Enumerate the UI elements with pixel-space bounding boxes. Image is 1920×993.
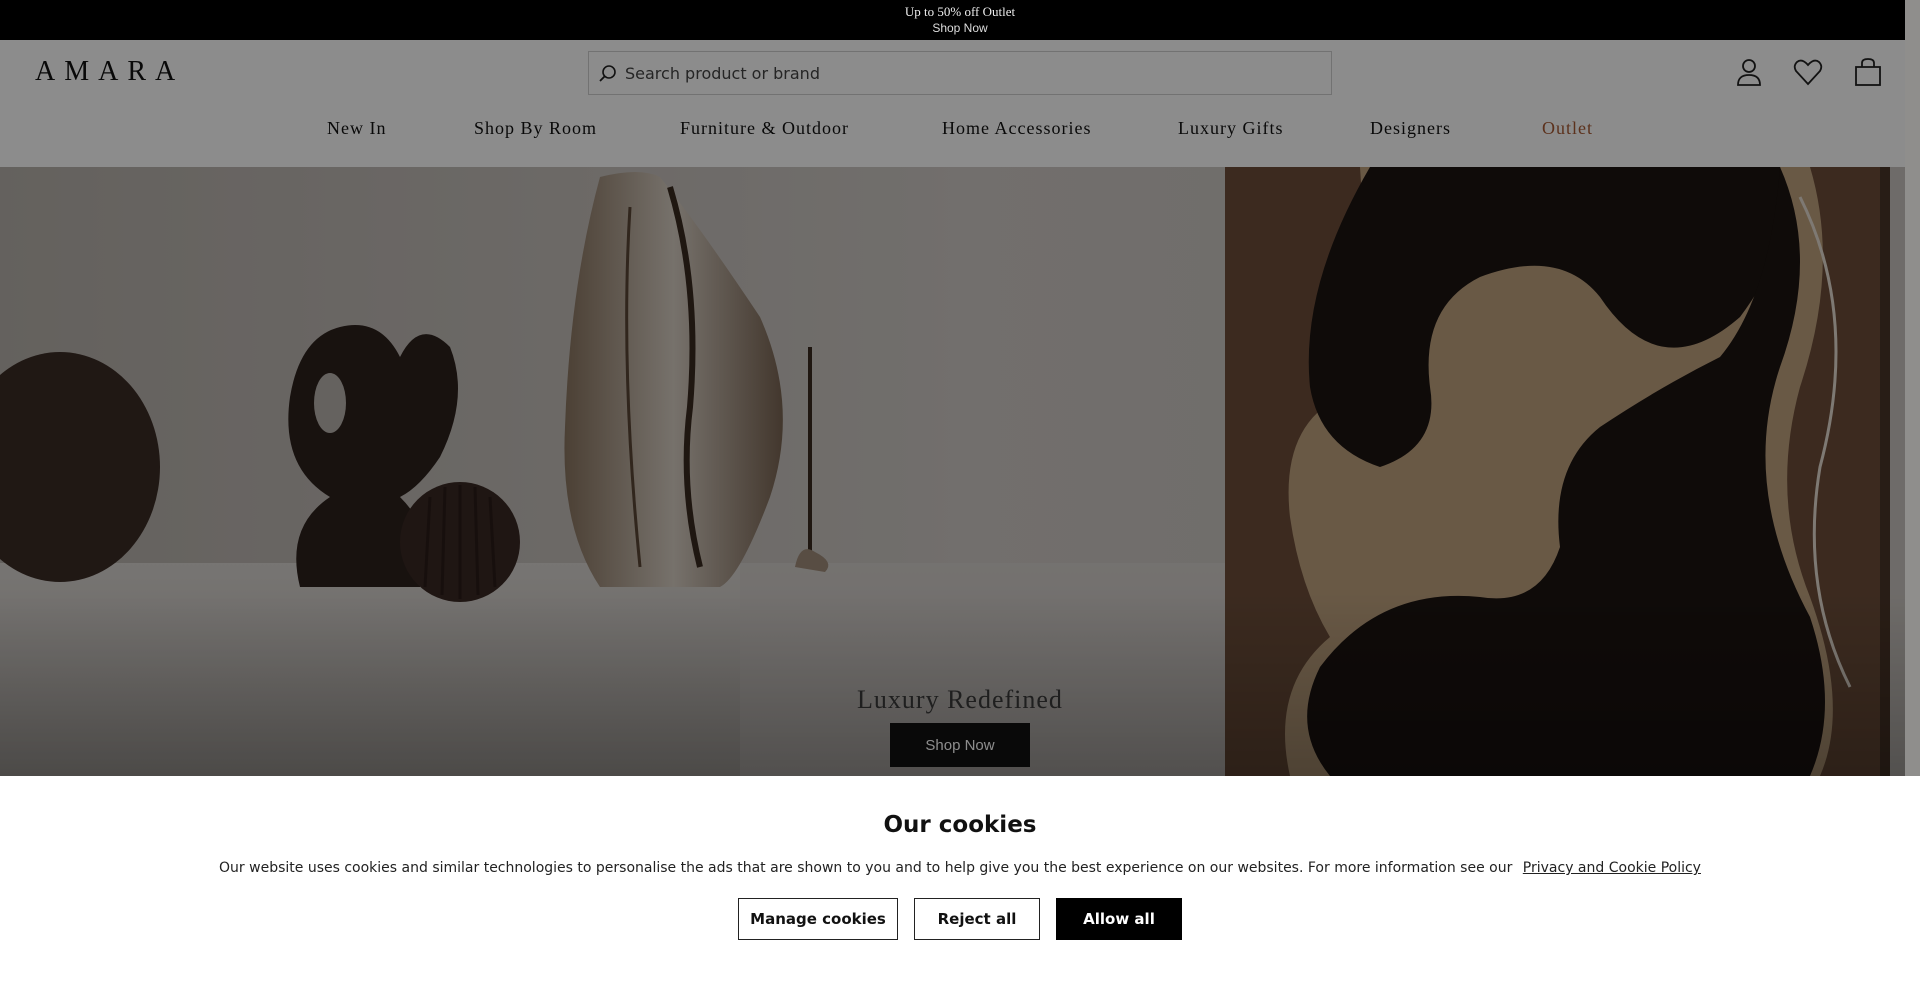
cookie-message: Our website uses cookies and similar tec… (0, 860, 1920, 876)
modal-overlay[interactable] (0, 0, 1920, 776)
cookie-banner: Our cookies Our website uses cookies and… (0, 776, 1920, 993)
cookie-message-text: Our website uses cookies and similar tec… (219, 860, 1513, 876)
promo-bar[interactable]: Up to 50% off Outlet Shop Now (0, 0, 1920, 40)
manage-cookies-button[interactable]: Manage cookies (738, 898, 898, 940)
promo-text: Up to 50% off Outlet (904, 4, 1016, 19)
cookie-title: Our cookies (883, 812, 1037, 838)
reject-all-button[interactable]: Reject all (914, 898, 1040, 940)
promo-shop-now-link[interactable]: Shop Now (0, 21, 1920, 35)
allow-all-button[interactable]: Allow all (1056, 898, 1182, 940)
privacy-policy-link[interactable]: Privacy and Cookie Policy (1523, 860, 1701, 876)
